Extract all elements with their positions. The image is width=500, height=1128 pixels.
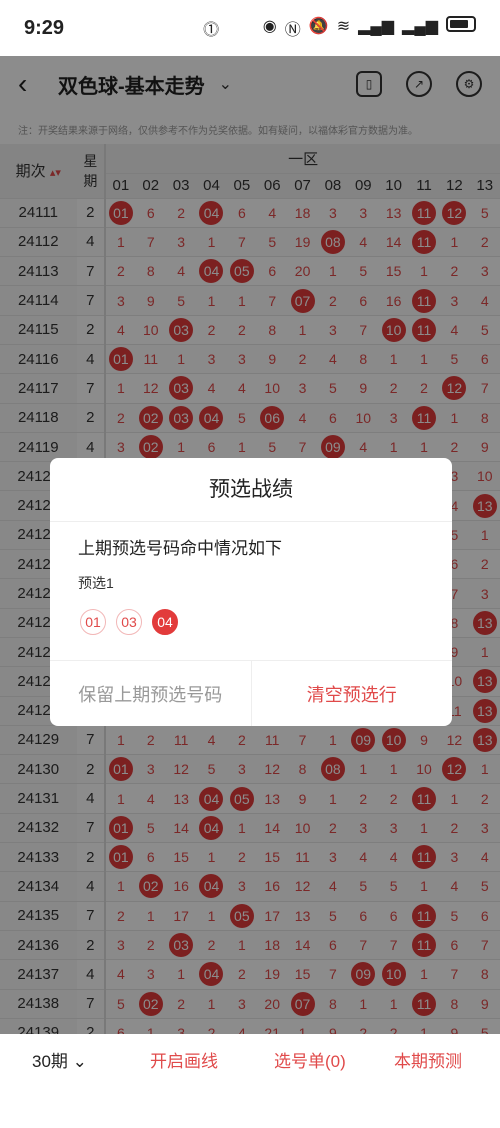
- system-nav-bar: [0, 1084, 500, 1128]
- status-icons: ◉ Ⓝ 🔕 ≋ ▂▄▆ ▂▄▆: [263, 16, 476, 40]
- preselect-result-dialog: 预选战绩 上期预选号码命中情况如下 预选1 01 03 04 保留上期预选号码 清空…: [50, 458, 452, 726]
- missed-ball: 01: [80, 609, 106, 635]
- period-select[interactable]: 30期 ⌄: [0, 1047, 110, 1072]
- battery-icon: [446, 16, 476, 32]
- keep-last-button[interactable]: 保留上期预选号码: [50, 661, 252, 726]
- hit-ball: 04: [152, 609, 178, 635]
- status-bar: 9:29 ⓵ ◉ Ⓝ 🔕 ≋ ▂▄▆ ▂▄▆: [0, 0, 500, 56]
- bottom-toolbar: 30期 ⌄ 开启画线 选号单(0) 本期预测: [0, 1034, 500, 1084]
- dialog-title: 预选战绩: [50, 458, 452, 522]
- draw-line-button[interactable]: 开启画线: [110, 1047, 230, 1072]
- signal-icon: ▂▄▆: [358, 18, 395, 35]
- chevron-down-icon: ⌄: [72, 1051, 87, 1071]
- nfc-icon: Ⓝ: [284, 22, 301, 39]
- signal2-icon: ▂▄▆: [402, 18, 438, 35]
- clear-preselect-button[interactable]: 清空预选行: [252, 661, 453, 726]
- dialog-subtitle: 上期预选号码命中情况如下: [78, 539, 282, 558]
- status-time: 9:29: [24, 16, 65, 39]
- preselect-group-label: 预选1: [78, 575, 114, 591]
- missed-ball: 03: [116, 609, 142, 635]
- pick-list-button[interactable]: 选号单(0): [230, 1047, 360, 1072]
- eye-icon: ◉: [262, 18, 277, 35]
- mute-icon: 🔕: [308, 18, 329, 35]
- predict-button[interactable]: 本期预测: [360, 1047, 462, 1072]
- preselect-balls: 01 03 04: [50, 593, 452, 635]
- notification-icon: ⓵: [203, 22, 220, 39]
- wifi-icon: ≋: [336, 18, 351, 35]
